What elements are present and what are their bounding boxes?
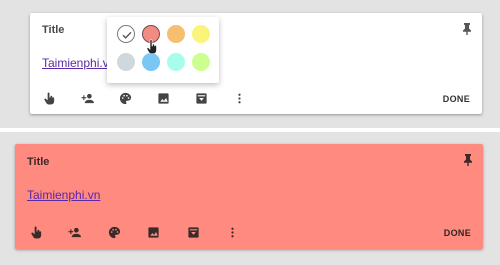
palette-icon[interactable] [105,223,123,241]
more-vert-icon[interactable] [223,223,241,241]
swatch-gray[interactable] [117,53,135,71]
color-palette-popup [107,17,219,83]
archive-icon[interactable] [192,89,210,107]
note-title[interactable]: Title [27,156,49,168]
pin-icon[interactable] [461,22,473,36]
note-link[interactable]: Taimienphi.vn [42,56,115,70]
note-toolbar [27,223,287,243]
swatch-teal[interactable] [167,53,185,71]
reminder-hand-icon[interactable] [40,89,58,107]
more-vert-icon[interactable] [230,89,248,107]
swatch-yellow[interactable] [192,25,210,43]
swatch-white[interactable] [117,25,135,43]
pin-icon[interactable] [462,153,474,167]
check-icon [122,31,132,39]
reminder-hand-icon[interactable] [27,223,45,241]
swatch-orange[interactable] [167,25,185,43]
image-icon[interactable] [144,223,162,241]
palette-icon[interactable] [116,89,134,107]
image-icon[interactable] [154,89,172,107]
done-button[interactable]: DONE [443,94,470,104]
note-toolbar [40,89,300,109]
archive-icon[interactable] [184,223,202,241]
note-card-red[interactable]: Title Taimienphi.vn DONE [15,144,483,249]
note-card-white[interactable]: Title Taimienphi.vn DONE [30,13,482,114]
hand-cursor-icon [146,39,158,55]
note-link[interactable]: Taimienphi.vn [27,188,100,202]
swatch-green[interactable] [192,53,210,71]
add-collaborator-icon[interactable] [78,89,96,107]
section-divider [0,128,500,132]
add-collaborator-icon[interactable] [65,223,83,241]
done-button[interactable]: DONE [444,228,471,238]
note-title[interactable]: Title [42,24,64,36]
swatch-blue[interactable] [142,53,160,71]
